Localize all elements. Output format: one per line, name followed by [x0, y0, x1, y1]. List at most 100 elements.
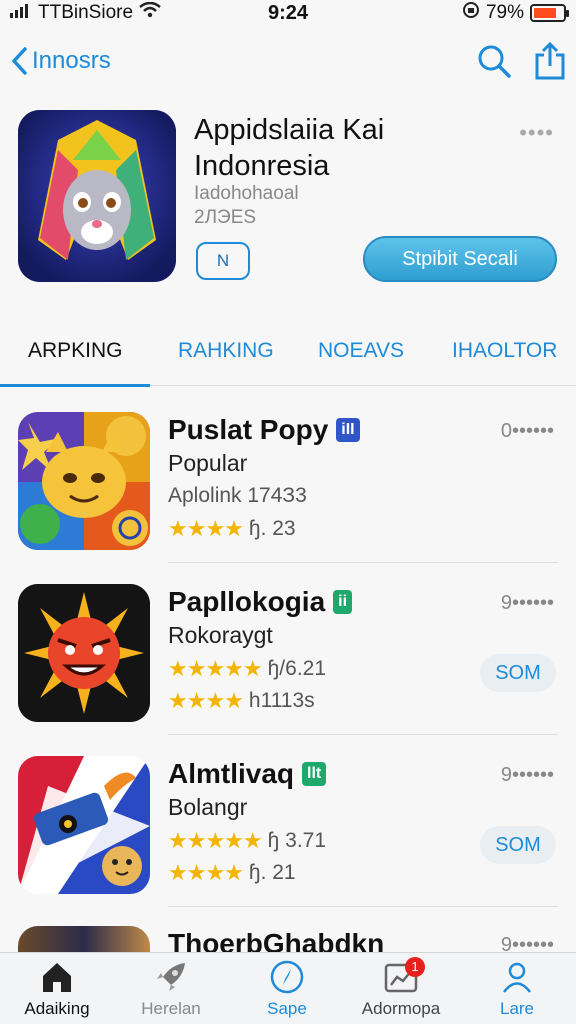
- tabbar-item-sape[interactable]: Sape: [232, 959, 342, 1019]
- developer-sub: 2ЛЭЕS: [194, 207, 257, 228]
- app-icon: [18, 756, 150, 894]
- list-item[interactable]: ThoerbGhabdkn 9••••••: [18, 926, 558, 952]
- tab-bar: Adaiking Herelan Sape 1 Adormopa Lare: [0, 952, 576, 1024]
- more-options-button[interactable]: 9••••••: [501, 934, 554, 952]
- person-icon: [503, 962, 531, 993]
- app-icon: [18, 412, 150, 550]
- tab-divider: [150, 385, 576, 386]
- back-label: Innosrs: [32, 47, 111, 74]
- row-divider: [168, 906, 558, 907]
- secondary-button[interactable]: N: [196, 242, 250, 280]
- signal-icon: [10, 2, 32, 24]
- share-button[interactable]: [534, 42, 566, 80]
- get-button[interactable]: SOM: [480, 826, 556, 864]
- app-category: Popular: [168, 450, 248, 476]
- carrier: TTBinSiore: [10, 1, 161, 24]
- tabbar-item-herelan[interactable]: Herelan: [116, 959, 226, 1019]
- list-item[interactable]: Almtlivaq llt Bolangr ★★★★★ ɧ 3.71 ★★★★ …: [18, 756, 558, 906]
- status-bar: TTBinSiore 9:24 79%: [0, 0, 576, 26]
- app-name: Almtlivaq llt: [168, 758, 327, 790]
- app-badge: llt: [302, 762, 327, 786]
- list-item[interactable]: Puslat Popy iII Popular Aplolink 174З3 ★…: [18, 412, 558, 562]
- tabbar-label: Lare: [499, 999, 535, 1018]
- tabbar-item-adaiking[interactable]: Adaiking: [2, 959, 112, 1019]
- app-icon: [18, 584, 150, 722]
- tab-noeavs[interactable]: NOEAVS: [318, 326, 404, 376]
- tab-arpking[interactable]: ARPKING: [28, 326, 123, 376]
- battery-percent: 79%: [485, 2, 524, 23]
- carrier-name: TTBinSiore: [38, 2, 134, 23]
- app-icon: [18, 926, 150, 952]
- tabbar-item-adormopa[interactable]: 1 Adormopa: [346, 957, 456, 1019]
- fox-mascot-icon: [18, 110, 176, 282]
- navigation-bar: Innosrs: [0, 36, 576, 86]
- search-icon: [478, 45, 511, 78]
- app-name: Puslat Popy iII: [168, 414, 360, 446]
- list-item[interactable]: Papllokogia ii Rokoraygt ★★★★★ ɧ/6.21 ★★…: [18, 584, 558, 734]
- battery-level: [534, 8, 557, 18]
- back-button[interactable]: Innosrs: [10, 46, 111, 76]
- rating-count: h1113s: [248, 689, 315, 712]
- active-tab-indicator: [0, 384, 150, 387]
- more-options-button[interactable]: 9••••••: [501, 592, 554, 615]
- tabbar-label: Sape: [267, 999, 307, 1018]
- home-icon: [43, 963, 71, 992]
- app-rating-secondary: ★★★★ h1113s: [168, 688, 315, 714]
- rating-stars: ★★★★★: [168, 828, 263, 853]
- app-badge: iII: [336, 418, 360, 442]
- rating-count: ɧ. 21: [248, 861, 296, 884]
- more-options-button[interactable]: ••••: [519, 120, 554, 146]
- more-options-button[interactable]: 0••••••: [501, 420, 554, 443]
- get-button[interactable]: Stpibit Secali: [363, 236, 557, 282]
- app-icon: [18, 110, 176, 282]
- app-badge: ii: [333, 590, 353, 614]
- tabbar-item-lare[interactable]: Lare: [462, 959, 572, 1019]
- more-options-button[interactable]: 9••••••: [501, 764, 554, 787]
- app-name-text: Almtlivaq: [168, 758, 295, 789]
- orientation-lock-icon: [462, 1, 480, 25]
- rocket-icon: [157, 963, 185, 991]
- sun-face-icon: [18, 584, 150, 722]
- developer-info: Iadohohaoal 2ЛЭЕS: [194, 182, 299, 230]
- chevron-left-icon: [12, 47, 27, 75]
- tab-rahking[interactable]: RAHKING: [178, 326, 274, 376]
- rating-value: ɧ/6.21: [267, 657, 327, 680]
- app-title: Appidslaiia Kai Indonresia: [194, 114, 385, 182]
- app-rating: ★★★★★ ɧ 3.71: [168, 828, 326, 854]
- app-rating-secondary: ★★★★ ɧ. 21: [168, 860, 296, 886]
- segment-tabs: ARPKING RAHKING NOEAVS IHAOLTOR: [0, 326, 576, 388]
- tabbar-label: Adormopa: [361, 999, 441, 1018]
- app-name: Papllokogia ii: [168, 586, 353, 618]
- get-button[interactable]: SOM: [480, 654, 556, 692]
- share-icon: [535, 42, 565, 80]
- rating-stars: ★★★★: [168, 860, 244, 885]
- camera-character-icon: [18, 756, 150, 894]
- app-meta: Aplolink 174З3: [168, 484, 307, 507]
- app-header: Appidslaiia Kai Indonresia Iadohohaoal 2…: [18, 108, 558, 288]
- app-name-text: Puslat Popy: [168, 414, 329, 445]
- rating-count: ɧ. 23: [248, 517, 296, 540]
- app-category: Rokoraygt: [168, 622, 273, 648]
- row-divider: [168, 562, 558, 563]
- app-name-text: ThoerbGhabdkn: [168, 928, 385, 952]
- app-name-text: Papllokogia: [168, 586, 326, 617]
- rating-stars: ★★★★: [168, 516, 244, 541]
- tabbar-label: Herelan: [141, 999, 201, 1018]
- tab-ihaoltor[interactable]: IHAOLTOR: [452, 326, 557, 376]
- rating-stars: ★★★★★: [168, 656, 263, 681]
- wifi-icon: [139, 1, 161, 24]
- rating-stars: ★★★★: [168, 688, 244, 713]
- row-divider: [168, 734, 558, 735]
- cat-emoji-icon: [18, 412, 150, 550]
- app-rating: ★★★★ ɧ. 23: [168, 516, 296, 542]
- tabbar-label: Adaiking: [24, 999, 90, 1018]
- app-rating: ★★★★★ ɧ/6.21: [168, 656, 326, 682]
- app-name: ThoerbGhabdkn: [168, 928, 384, 952]
- battery-icon: [530, 4, 569, 22]
- rating-value: ɧ 3.71: [267, 829, 327, 852]
- search-button[interactable]: [476, 43, 512, 79]
- compass-icon: [270, 960, 304, 994]
- developer-name: Iadohohaoal: [194, 183, 299, 204]
- app-category: Bolangr: [168, 794, 248, 820]
- notification-badge: 1: [405, 957, 425, 977]
